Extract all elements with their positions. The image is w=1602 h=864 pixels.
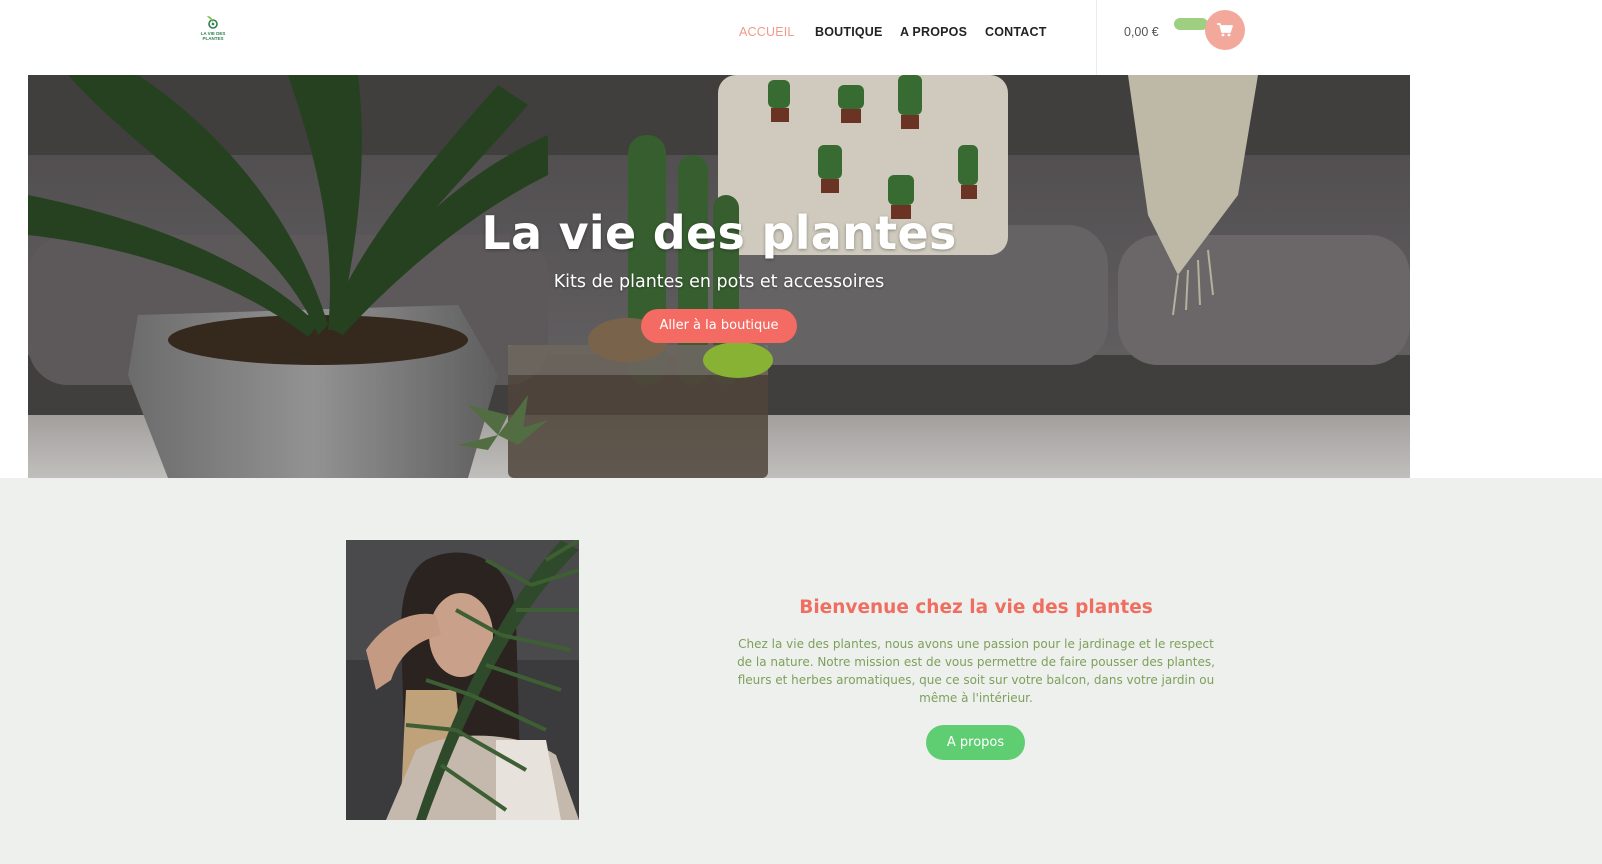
nav-item-a-propos[interactable]: A PROPOS [900, 25, 967, 39]
shopping-cart-icon [1217, 23, 1233, 37]
welcome-description: Chez la vie des plantes, nous avons une … [737, 637, 1215, 705]
hero-subtitle: Kits de plantes en pots et accessoires [553, 272, 885, 292]
nav-divider [1096, 0, 1097, 75]
welcome-title: Bienvenue chez la vie des plantes [799, 597, 1153, 618]
nav-item-accueil[interactable]: ACCUEIL [739, 25, 795, 39]
cart-count-pill [1174, 18, 1208, 30]
welcome-section: Bienvenue chez la vie des plantes Chez l… [0, 478, 1602, 864]
site-header: LA VIE DES PLANTES ACCUEIL BOUTIQUE A PR… [0, 0, 1602, 75]
woman-with-palm-image [346, 540, 579, 820]
shop-button[interactable]: Aller à la boutique [641, 309, 797, 343]
nav-item-contact[interactable]: CONTACT [985, 25, 1047, 39]
cart-button[interactable] [1205, 10, 1245, 50]
portrait-image [346, 540, 579, 820]
nav-item-boutique[interactable]: BOUTIQUE [815, 25, 883, 39]
hero-banner: La vie des plantes Kits de plantes en po… [28, 75, 1410, 478]
cart-total[interactable]: 0,00 € [1124, 25, 1159, 39]
main-nav: ACCUEIL BOUTIQUE A PROPOS CONTACT [0, 25, 1602, 45]
about-button[interactable]: A propos [926, 725, 1025, 760]
hero-title: La vie des plantes [481, 206, 957, 260]
